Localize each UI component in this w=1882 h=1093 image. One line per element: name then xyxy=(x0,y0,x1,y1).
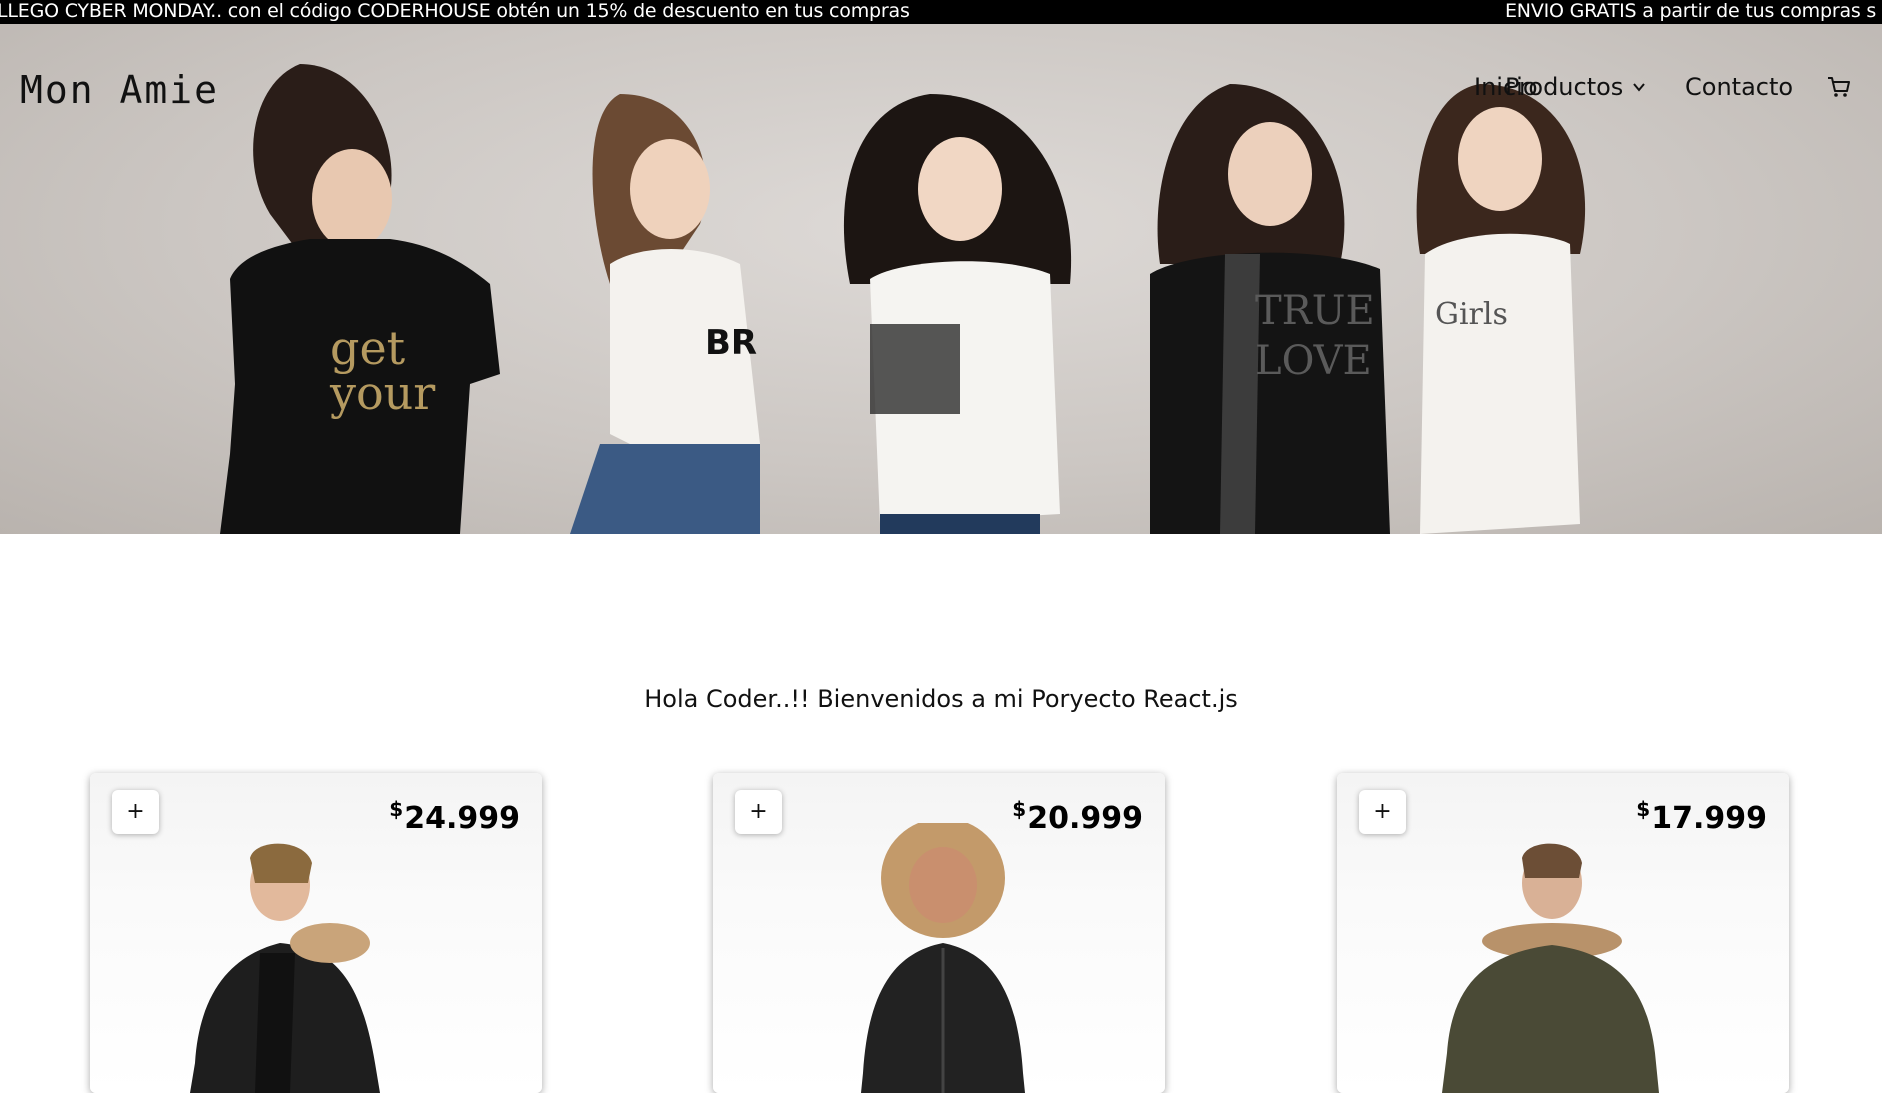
nav-productos-dropdown[interactable]: Productos xyxy=(1505,73,1647,101)
svg-text:LOVE: LOVE xyxy=(1255,338,1372,384)
hero-model-5: Girls xyxy=(1416,84,1586,534)
product-image xyxy=(1442,843,1659,1093)
nav-contacto[interactable]: Contacto xyxy=(1685,73,1793,101)
product-card[interactable]: + $24.999 xyxy=(90,773,542,1093)
currency-symbol: $ xyxy=(389,797,404,821)
cart-icon[interactable] xyxy=(1826,74,1852,100)
product-image xyxy=(190,843,380,1093)
product-card[interactable]: + $20.999 xyxy=(713,773,1165,1093)
currency-symbol: $ xyxy=(1012,797,1027,821)
promo-message: LLEGO CYBER MONDAY.. con el código CODER… xyxy=(0,0,910,22)
hero-model-3 xyxy=(843,94,1072,534)
svg-text:BR: BR xyxy=(705,323,757,363)
currency-symbol: $ xyxy=(1636,797,1651,821)
promo-message-shipping: ENVIO GRATIS a partir de tus compras s xyxy=(1505,0,1877,22)
nav-productos-label: Productos xyxy=(1505,73,1624,101)
hero-model-4: TRUE LOVE xyxy=(1150,84,1390,534)
product-image xyxy=(861,823,1025,1093)
promo-bar: LLEGO CYBER MONDAY.. con el código CODER… xyxy=(0,0,1882,24)
svg-text:your: your xyxy=(329,366,435,420)
welcome-text: Hola Coder..!! Bienvenidos a mi Poryecto… xyxy=(644,685,1238,713)
hero-model-1: get your xyxy=(220,64,500,534)
svg-text:Girls: Girls xyxy=(1435,297,1508,332)
hero-model-2: BR xyxy=(570,94,760,534)
svg-text:TRUE: TRUE xyxy=(1255,288,1375,334)
site-logo[interactable]: Mon Amie xyxy=(20,68,219,112)
product-card[interactable]: + $17.999 xyxy=(1337,773,1789,1093)
hero-banner: get your BR TRUE LOVE Girls Mon Amie Ini… xyxy=(0,24,1882,534)
chevron-down-icon xyxy=(1633,83,1646,92)
